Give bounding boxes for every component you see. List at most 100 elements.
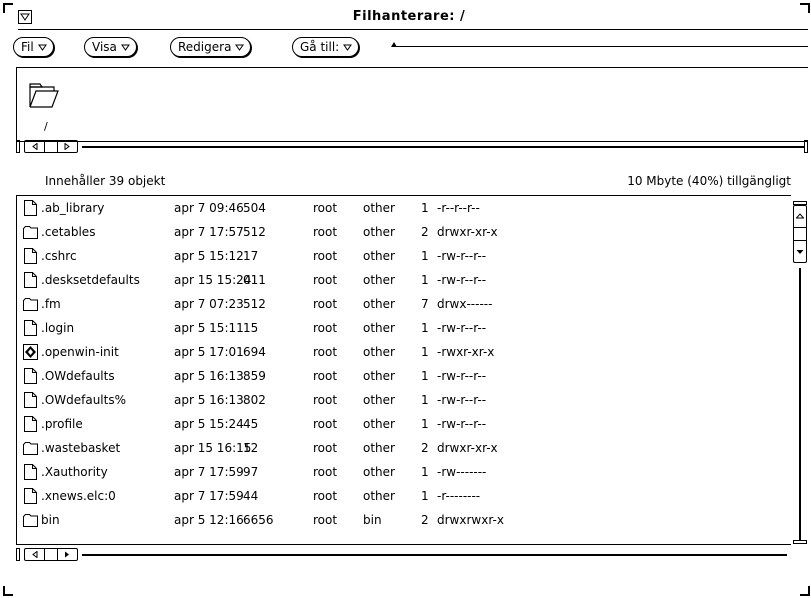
file-name[interactable]: .Xauthority [41,465,108,479]
file-name[interactable]: .ab_library [41,201,104,215]
file-row[interactable]: .login apr 5 15:11 15 root other 1 -rw-r--r-- [17,316,792,340]
file-size: 512 [243,225,266,239]
scroll-left-arrow[interactable] [25,549,44,560]
arrow-left-icon [31,143,38,150]
file-icon[interactable] [23,416,38,432]
file-icon[interactable] [23,248,38,264]
file-name[interactable]: .cshrc [41,249,77,263]
folder-icon[interactable] [23,296,38,312]
menu-button-redigera[interactable]: Redigera [170,37,252,57]
file-size: 6656 [243,513,274,527]
file-links: 1 [421,369,429,383]
file-name[interactable]: bin [41,513,60,527]
title-bar[interactable]: Filhanterare: / [10,6,808,30]
file-owner: root [313,417,338,431]
scroll-up-arrow[interactable] [794,206,806,227]
path-pane: / [16,67,808,142]
file-name[interactable]: .fm [41,297,61,311]
file-size: 15 [243,321,259,335]
file-list-horizontal-scrollbar[interactable] [16,548,791,562]
file-row[interactable]: .wastebasket apr 15 16:15 12 root other 2 drwx… [17,436,792,460]
file-row[interactable]: .OWdefaults% apr 5 16:13 802 root other 1 -rw-… [17,388,792,412]
file-date: apr 5 12:16 [174,513,244,527]
file-size: 97 [243,465,259,479]
file-row[interactable]: .openwin-init apr 5 17:01 694 root other 1 -rw… [17,340,792,364]
arrow-down-icon [796,249,804,254]
file-manager-window: Filhanterare: / Fil Visa Redigera Gå til… [0,0,811,598]
scrollbar-elevator[interactable] [24,548,78,561]
file-perms: -rw------- [437,465,487,479]
resize-corner-bottom-right[interactable] [800,586,810,596]
file-icon[interactable] [23,464,38,480]
file-name[interactable]: .profile [41,417,83,431]
scroll-drag-box[interactable] [44,549,57,560]
scroll-down-arrow[interactable] [794,240,806,262]
file-owner: root [313,225,338,239]
file-name[interactable]: .OWdefaults [41,369,115,383]
scrollbar-start-cap[interactable] [16,140,20,153]
file-name[interactable]: .OWdefaults% [41,393,126,407]
scrollbar-cable[interactable] [82,146,804,148]
file-owner: root [313,441,338,455]
file-links: 2 [421,441,429,455]
file-icon[interactable] [23,368,38,384]
menu-button-visa[interactable]: Visa [84,37,137,57]
scrollbar-cable[interactable] [799,268,801,540]
scroll-right-arrow[interactable] [56,141,77,152]
scrollbar-elevator[interactable] [793,205,807,263]
file-group: other [363,225,395,239]
file-icon[interactable] [23,272,38,288]
file-perms: drwxrwxr-x [437,513,504,527]
path-horizontal-scrollbar[interactable] [16,140,808,153]
file-row[interactable]: .profile apr 5 15:24 45 root other 1 -rw-r--r-… [17,412,792,436]
file-name[interactable]: .login [41,321,74,335]
file-date: apr 5 16:13 [174,393,244,407]
file-row[interactable]: bin apr 5 12:16 6656 root bin 2 drwxrwxr-x [17,508,792,532]
file-date: apr 5 15:12 [174,249,244,263]
exec-icon[interactable] [23,344,38,360]
folder-icon[interactable] [23,512,38,528]
scrollbar-elevator[interactable] [24,140,78,153]
scrollbar-bottom-cap[interactable] [793,540,807,544]
folder-icon[interactable] [28,81,60,109]
file-name[interactable]: .wastebasket [41,441,120,455]
goto-path-input[interactable] [394,46,808,47]
file-row[interactable]: .cetables apr 7 17:57 512 root other 2 drwxr-x… [17,220,792,244]
scrollbar-start-cap[interactable] [16,548,20,561]
file-links: 2 [421,225,429,239]
file-name[interactable]: .desksetdefaults [41,273,140,287]
file-size: 12 [243,441,259,455]
file-size: 44 [243,489,259,503]
file-icon[interactable] [23,320,38,336]
file-row[interactable]: .xnews.elc:0 apr 7 17:59 44 root other 1 -r---… [17,484,792,508]
scroll-drag-box[interactable] [44,141,57,152]
file-group: other [363,249,395,263]
file-icon[interactable] [23,392,38,408]
file-name[interactable]: .openwin-init [41,345,119,359]
scrollbar-cable[interactable] [82,554,787,556]
file-icon[interactable] [23,200,38,216]
file-row[interactable]: .fm apr 7 07:23 512 root other 7 drwx------ [17,292,792,316]
folder-icon[interactable] [23,440,38,456]
menu-button-ga-till[interactable]: Gå till: [292,37,360,57]
file-name[interactable]: .xnews.elc:0 [41,489,116,503]
scroll-left-arrow[interactable] [25,141,44,152]
resize-corner-bottom-left[interactable] [3,586,13,596]
file-list-vertical-scrollbar[interactable] [793,201,807,580]
text-caret-icon [391,42,397,47]
file-row[interactable]: .desksetdefaults apr 15 15:24 011 root other… [17,268,792,292]
control-bar: Fil Visa Redigera Gå till: [10,37,808,59]
menu-button-fil[interactable]: Fil [13,37,54,57]
file-perms: -rw-r--r-- [437,417,487,431]
folder-icon[interactable] [23,224,38,240]
file-name[interactable]: .cetables [41,225,95,239]
scroll-right-arrow[interactable] [56,549,77,560]
file-size: 512 [243,297,266,311]
file-icon[interactable] [23,488,38,504]
scroll-drag-box[interactable] [794,226,806,240]
file-row[interactable]: .ab_library apr 7 09:46 504 root other 1 -r--r… [17,196,792,220]
file-row[interactable]: .OWdefaults apr 5 16:13 859 root other 1 -rw-r… [17,364,792,388]
file-row[interactable]: .cshrc apr 5 15:12 17 root other 1 -rw-r--r-- [17,244,792,268]
scrollbar-end-cap[interactable] [804,140,808,153]
file-row[interactable]: .Xauthority apr 7 17:59 97 root other 1 -rw---… [17,460,792,484]
